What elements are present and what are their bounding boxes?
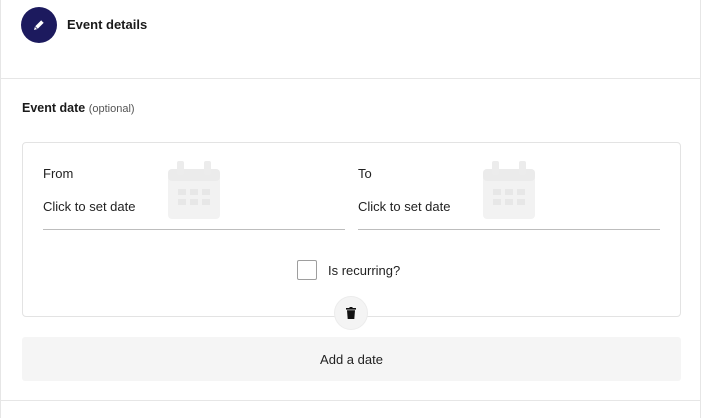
to-date-value[interactable]: Click to set date — [358, 199, 451, 214]
add-date-button[interactable]: Add a date — [22, 337, 681, 381]
from-label: From — [43, 166, 74, 181]
recurring-label: Is recurring? — [328, 262, 401, 278]
to-date-field[interactable]: To Click to set date — [358, 143, 660, 231]
optional-label: (optional) — [88, 103, 135, 115]
calendar-icon — [483, 161, 535, 219]
to-label: To — [358, 166, 372, 181]
calendar-icon — [168, 161, 220, 219]
to-date-underline — [358, 229, 660, 230]
recurring-option[interactable]: Is recurring? — [297, 260, 400, 280]
from-date-value[interactable]: Click to set date — [43, 199, 136, 214]
event-date-label: Event date (optional) — [22, 101, 135, 115]
pencil-icon — [21, 7, 57, 43]
event-details-panel: Event details Event date (optional) From… — [0, 0, 701, 418]
date-range-card: From Click to set date To Click to set d… — [22, 142, 681, 317]
from-date-field[interactable]: From Click to set date — [43, 143, 345, 231]
delete-date-button[interactable] — [334, 296, 368, 330]
event-date-label-text: Event date — [22, 101, 86, 115]
recurring-checkbox[interactable] — [297, 260, 317, 280]
section-title: Event details — [67, 17, 148, 32]
trash-icon — [346, 307, 356, 319]
section-divider — [1, 400, 700, 401]
event-details-header: Event details — [1, 0, 700, 79]
from-date-underline — [43, 229, 345, 230]
